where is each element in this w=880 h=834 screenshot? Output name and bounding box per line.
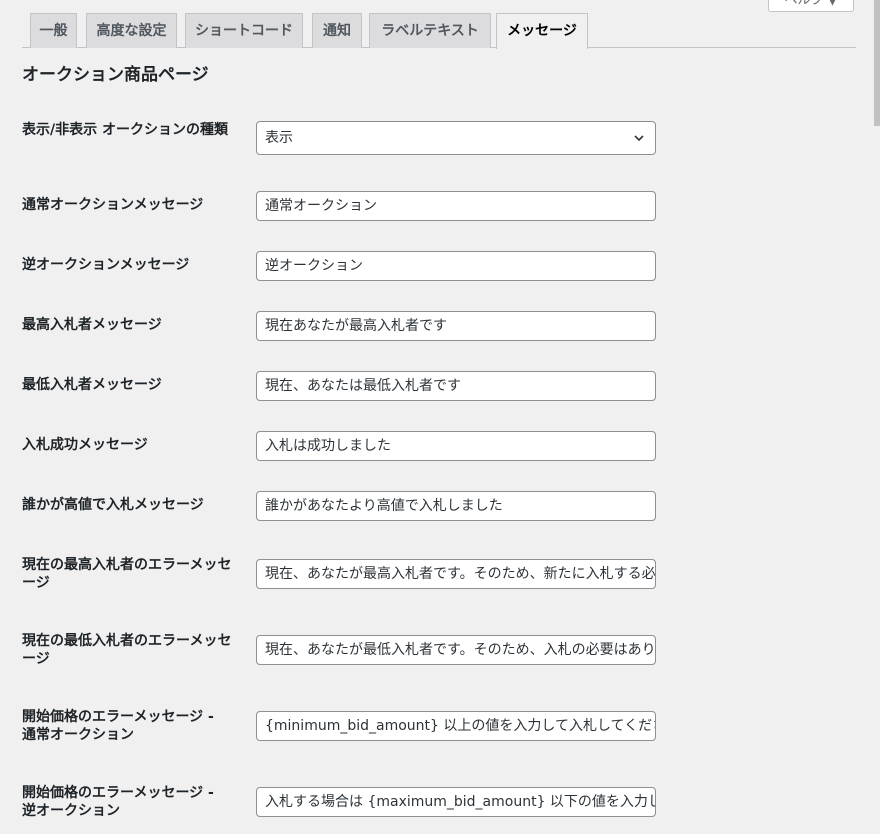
field-label-normal-auction-message: 通常オークションメッセージ <box>22 197 204 213</box>
lowest-bidder-message-input[interactable]: 現在、あなたは最低入札者です <box>256 371 656 401</box>
field-label-bid-success-message: 入札成功メッセージ <box>22 437 148 453</box>
select-value: 表示 <box>265 130 293 146</box>
field-label-lowest-bidder-message: 最低入札者メッセージ <box>22 377 162 393</box>
reverse-auction-message-input[interactable]: 逆オークション <box>256 251 656 281</box>
tab-general[interactable]: 一般 <box>30 13 77 48</box>
start-price-error-normal-input[interactable]: {minimum_bid_amount} 以上の値を入力して入札してください。 <box>256 711 656 741</box>
tab-notifications[interactable]: 通知 <box>312 13 362 48</box>
highest-bidder-message-input[interactable]: 現在あなたが最高入札者です <box>256 311 656 341</box>
outbid-message-input[interactable]: 誰かがあなたより高値で入札しました <box>256 491 656 521</box>
start-price-error-reverse-input[interactable]: 入札する場合は {maximum_bid_amount} 以下の値を入力してくだ… <box>256 787 656 817</box>
tab-label-text[interactable]: ラベルテキスト <box>369 13 491 48</box>
field-label-highest-bidder-message: 最高入札者メッセージ <box>22 317 162 333</box>
auction-type-visibility-select[interactable]: 表示 <box>256 121 656 155</box>
section-title: オークション商品ページ <box>22 65 209 85</box>
field-label-reverse-auction-message: 逆オークションメッセージ <box>22 257 190 273</box>
field-label-start-price-error-reverse: 開始価格のエラーメッセージ - 逆オークション <box>22 785 214 819</box>
scrollbar-thumb[interactable] <box>874 0 880 126</box>
field-label-auction-type-visibility: 表示/非表示 オークションの種類 <box>22 122 228 138</box>
tab-advanced-settings[interactable]: 高度な設定 <box>86 13 177 48</box>
field-label-current-lowest-bidder-error: 現在の最低入札者のエラーメッセージ <box>22 633 232 667</box>
chevron-down-icon <box>634 135 644 142</box>
field-label-start-price-error-normal: 開始価格のエラーメッセージ - 通常オークション <box>22 709 214 743</box>
tab-shortcode[interactable]: ショートコード <box>185 13 303 48</box>
current-lowest-bidder-error-input[interactable]: 現在、あなたが最低入札者です。そのため、入札の必要はありません。 <box>256 635 656 665</box>
settings-tabs: 一般 高度な設定 ショートコード 通知 ラベルテキスト メッセージ <box>22 0 856 49</box>
normal-auction-message-input[interactable]: 通常オークション <box>256 191 656 221</box>
page-scrollbar[interactable] <box>872 0 880 834</box>
field-label-current-highest-bidder-error: 現在の最高入札者のエラーメッセージ <box>22 557 232 591</box>
current-highest-bidder-error-input[interactable]: 現在、あなたが最高入札者です。そのため、新たに入札する必要はありません。 <box>256 559 656 589</box>
tab-messages[interactable]: メッセージ <box>496 13 588 49</box>
bid-success-message-input[interactable]: 入札は成功しました <box>256 431 656 461</box>
field-label-outbid-message: 誰かが高値で入札メッセージ <box>22 497 204 513</box>
